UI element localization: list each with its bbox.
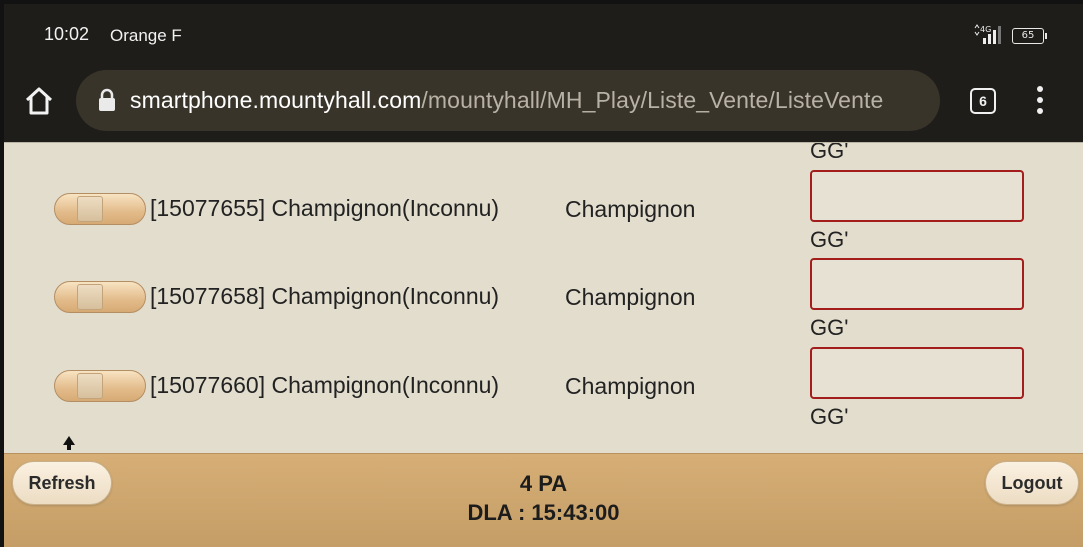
sale-list-content: GG' [15077655] Champignon(Inconnu) Champ… xyxy=(4,143,1083,453)
price-input[interactable] xyxy=(810,258,1024,310)
logout-button[interactable]: Logout xyxy=(985,461,1079,505)
currency-label: GG' xyxy=(810,315,849,340)
tab-switcher-button[interactable]: 6 xyxy=(970,88,996,114)
item-type: Champignon xyxy=(565,373,696,399)
browser-toolbar: smartphone.mountyhall.com/mountyhall/MH_… xyxy=(4,58,1083,142)
item-type: Champignon xyxy=(565,284,696,310)
toggle-knob xyxy=(77,373,103,399)
item-label: [15077655] Champignon(Inconnu) xyxy=(150,195,500,221)
address-bar[interactable]: smartphone.mountyhall.com/mountyhall/MH_… xyxy=(76,70,940,131)
currency-label: GG' xyxy=(810,404,849,429)
action-points: 4 PA xyxy=(519,471,568,496)
scroll-up-arrow-icon[interactable] xyxy=(62,435,76,451)
more-menu-icon[interactable] xyxy=(1034,86,1046,116)
price-input[interactable] xyxy=(810,170,1024,222)
status-bar: 10:02 Orange F 4G 65 xyxy=(4,4,1083,58)
lock-icon xyxy=(99,88,115,111)
url-text: smartphone.mountyhall.com/mountyhall/MH_… xyxy=(130,87,883,114)
device-screen: 10:02 Orange F 4G 65 smartphone.mountyha… xyxy=(0,0,1083,547)
item-label: [15077660] Champignon(Inconnu) xyxy=(150,372,500,398)
action-footer: Refresh 4 PA DLA : 15:43:00 Logout xyxy=(4,453,1083,547)
status-time: 10:02 xyxy=(44,24,90,44)
price-input[interactable] xyxy=(810,347,1024,399)
url-host: smartphone.mountyhall.com xyxy=(130,87,422,113)
toggle-knob xyxy=(77,284,103,310)
currency-label: GG' xyxy=(810,143,849,163)
battery-level: 65 xyxy=(1021,30,1035,41)
currency-label: GG' xyxy=(810,227,849,252)
toggle-knob xyxy=(77,196,103,222)
home-icon[interactable] xyxy=(24,86,54,116)
item-label: [15077658] Champignon(Inconnu) xyxy=(150,283,500,309)
status-carrier: Orange F xyxy=(110,26,182,45)
url-path: /mountyhall/MH_Play/Liste_Vente/ListeVen… xyxy=(421,87,884,113)
item-type: Champignon xyxy=(565,196,696,222)
signal-4g-icon: 4G xyxy=(974,24,1001,44)
item-select-toggle[interactable] xyxy=(54,281,146,313)
item-select-toggle[interactable] xyxy=(54,193,146,225)
network-type-label: 4G xyxy=(980,25,991,34)
item-select-toggle[interactable] xyxy=(54,370,146,402)
dla-time: DLA : 15:43:00 xyxy=(467,500,620,525)
battery-icon: 65 xyxy=(1012,28,1047,44)
